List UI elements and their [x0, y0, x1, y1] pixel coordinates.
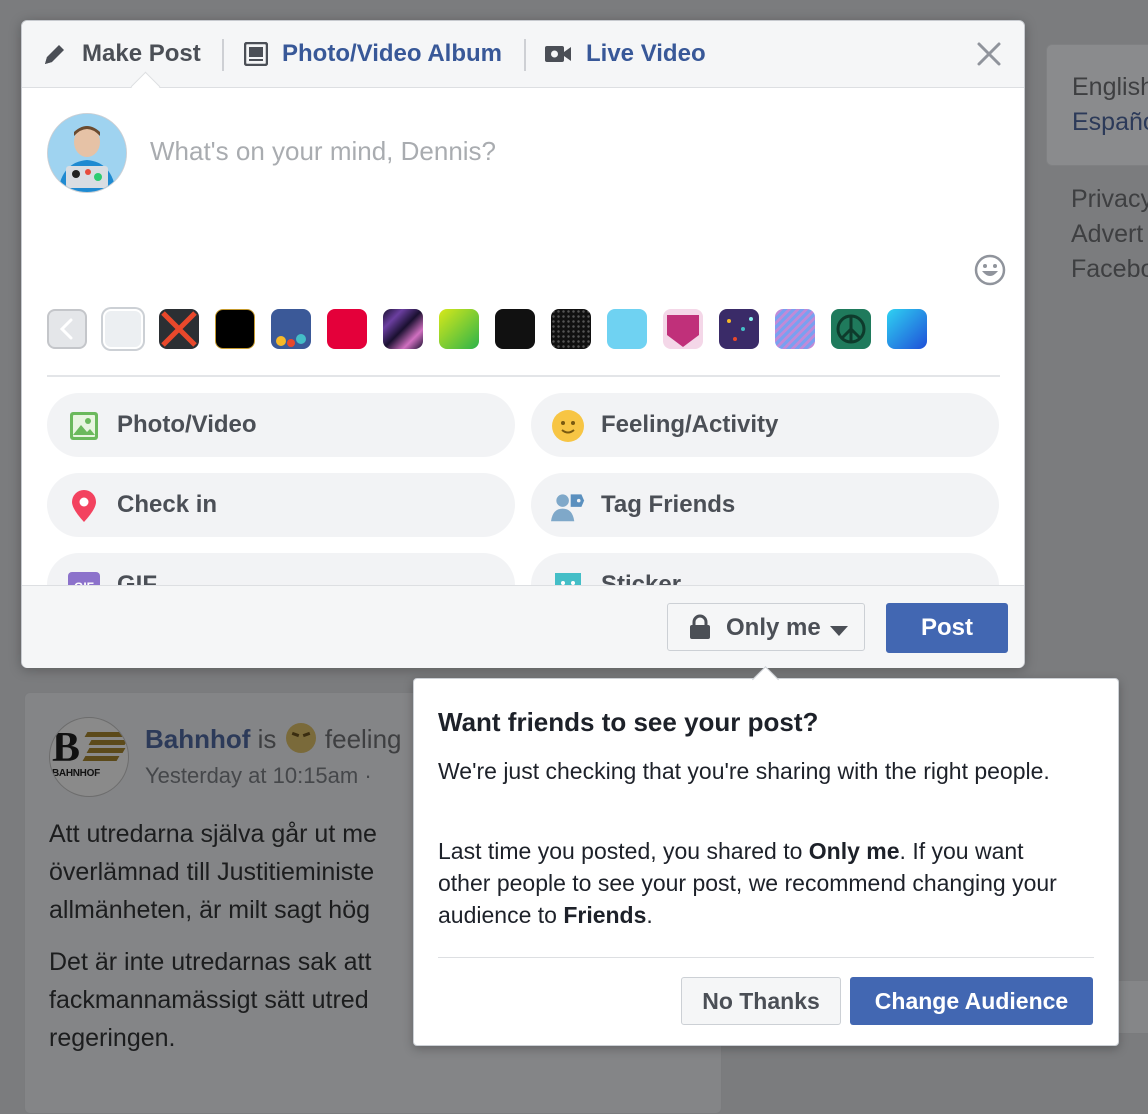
- angry-emoji-icon: [285, 723, 316, 753]
- tab-make-post[interactable]: Make Post: [42, 37, 201, 71]
- post-text-line: fackmannamässigt sätt utred: [49, 986, 369, 1014]
- sticker-icon: [551, 569, 585, 585]
- post-author-line: Bahnhof is feeling: [145, 723, 402, 754]
- background-swatch-blue-hearts[interactable]: [271, 309, 311, 349]
- prompt-body-2: Last time you posted, you shared to Only…: [438, 838, 1057, 928]
- tab-separator: [222, 39, 224, 71]
- avatar[interactable]: [47, 113, 127, 193]
- tag-friends-button[interactable]: Tag Friends: [531, 473, 999, 537]
- video-camera-icon: [544, 43, 572, 65]
- lock-icon: [688, 614, 712, 645]
- gif-icon: GIF: [67, 569, 101, 585]
- footer-link-facebook[interactable]: Facebo: [1071, 255, 1148, 284]
- background-swatch-green[interactable]: [439, 309, 479, 349]
- tab-live-video[interactable]: Live Video: [544, 37, 706, 71]
- audience-prompt: Want friends to see your post? We're jus…: [413, 678, 1119, 1046]
- language-card: English Españo: [1046, 44, 1148, 166]
- feeling-activity-button[interactable]: Feeling/Activity: [531, 393, 999, 457]
- no-thanks-button[interactable]: No Thanks: [681, 977, 841, 1025]
- background-swatch-blue-lines[interactable]: [775, 309, 815, 349]
- audience-selector[interactable]: Only me: [667, 603, 865, 651]
- location-pin-icon: [67, 489, 101, 523]
- chevron-left-icon[interactable]: [47, 309, 87, 349]
- tab-separator: [524, 39, 526, 71]
- photo-video-button[interactable]: Photo/Video: [47, 393, 515, 457]
- post-text-line: Det är inte utredarnas sak att: [49, 948, 372, 976]
- post-button[interactable]: Post: [886, 603, 1008, 653]
- sticker-button[interactable]: Sticker: [531, 553, 999, 585]
- tag-friends-icon: [551, 489, 585, 523]
- emoji-icon[interactable]: [974, 254, 1006, 286]
- background-swatch-red-x[interactable]: [159, 309, 199, 349]
- post-author-name[interactable]: Bahnhof: [145, 724, 250, 754]
- footer-link-privacy[interactable]: Privacy: [1071, 185, 1148, 214]
- composer-actions: Photo/Video Feeling/Activity Check in Ta…: [47, 393, 1001, 585]
- post-text-line: allmänheten, är milt sagt hög: [49, 896, 371, 924]
- background-swatch-swirl[interactable]: [383, 309, 423, 349]
- background-swatch-black[interactable]: [495, 309, 535, 349]
- composer-tabs: Make Post Photo/Video Album Live Video: [22, 21, 1024, 88]
- background-swatch-plain[interactable]: [103, 309, 143, 349]
- album-icon: [244, 42, 268, 66]
- bahnhof-logo[interactable]: B BAHNHOF: [49, 717, 129, 797]
- background-swatch-red[interactable]: [327, 309, 367, 349]
- check-in-button[interactable]: Check in: [47, 473, 515, 537]
- background-swatch-pink-heart[interactable]: [663, 309, 703, 349]
- language-espanol[interactable]: Españo: [1072, 108, 1148, 137]
- post-text-line: regeringen.: [49, 1024, 176, 1052]
- background-swatch-purple-rain[interactable]: [719, 309, 759, 349]
- post-text-line: Att utredarna själva går ut me: [49, 820, 377, 848]
- gif-button[interactable]: GIF GIF: [47, 553, 515, 585]
- close-icon[interactable]: [974, 39, 1004, 69]
- background-swatch-black-gold[interactable]: [215, 309, 255, 349]
- divider: [47, 375, 1000, 377]
- audience-label: Only me: [726, 614, 821, 641]
- smiley-icon: [551, 409, 585, 443]
- photo-icon: [67, 409, 101, 443]
- footer-link-advertising[interactable]: Advert: [1071, 220, 1143, 249]
- post-composer: Make Post Photo/Video Album Live Video W…: [21, 20, 1025, 668]
- caret-down-icon: [830, 623, 848, 641]
- change-audience-button[interactable]: Change Audience: [850, 977, 1093, 1025]
- tab-photo-video-album[interactable]: Photo/Video Album: [244, 37, 502, 71]
- prompt-body-1: We're just checking that you're sharing …: [438, 758, 1050, 784]
- post-timestamp[interactable]: Yesterday at 10:15am ·: [145, 763, 372, 789]
- post-text-input[interactable]: [150, 131, 970, 171]
- background-swatch-blue-gradient[interactable]: [887, 309, 927, 349]
- divider: [438, 957, 1094, 958]
- prompt-title: Want friends to see your post?: [438, 707, 819, 737]
- background-swatch-dots[interactable]: [551, 309, 591, 349]
- language-english[interactable]: English: [1072, 73, 1148, 102]
- post-text-line: överlämnad till Justitieministe: [49, 858, 375, 886]
- background-swatch-peace[interactable]: [831, 309, 871, 349]
- composer-footer: Only me Post: [22, 585, 1024, 668]
- background-swatch-light-blue[interactable]: [607, 309, 647, 349]
- pencil-icon: [42, 41, 68, 67]
